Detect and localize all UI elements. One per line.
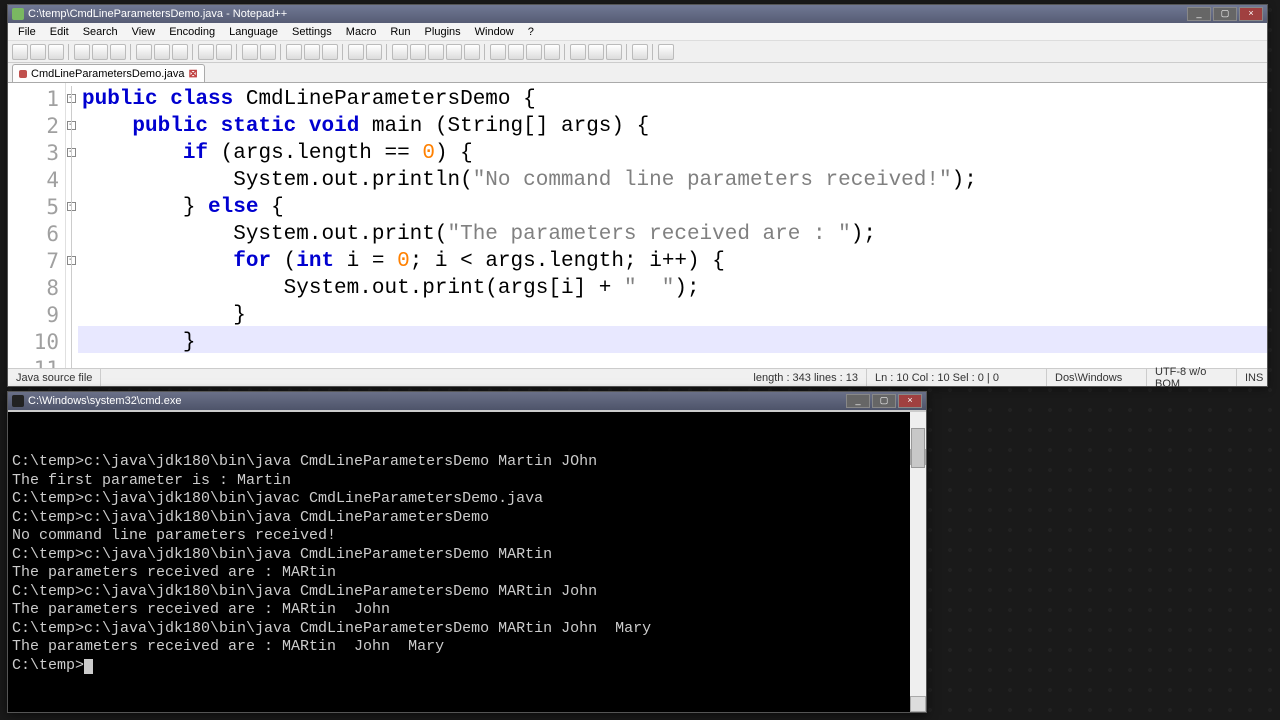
toolbar-button[interactable] [544, 44, 560, 60]
terminal-line: C:\temp>c:\java\jdk180\bin\java CmdLineP… [12, 453, 924, 472]
toolbar-button[interactable] [490, 44, 506, 60]
toolbar-button[interactable] [110, 44, 126, 60]
cmd-terminal[interactable]: C:\temp>c:\java\jdk180\bin\java CmdLineP… [8, 410, 926, 712]
cmd-title: C:\Windows\system32\cmd.exe [28, 395, 844, 407]
menu-view[interactable]: View [126, 24, 162, 40]
cmd-scrollbar[interactable] [910, 412, 926, 712]
tab-close-icon[interactable]: ⊠ [188, 67, 197, 80]
toolbar-button[interactable] [260, 44, 276, 60]
npp-title: C:\temp\CmdLineParametersDemo.java - Not… [28, 8, 1185, 20]
toolbar-button[interactable] [322, 44, 338, 60]
toolbar-button[interactable] [348, 44, 364, 60]
menu-run[interactable]: Run [384, 24, 416, 40]
toolbar-button[interactable] [216, 44, 232, 60]
toolbar-button[interactable] [446, 44, 462, 60]
toolbar-button[interactable] [658, 44, 674, 60]
toolbar-button[interactable] [508, 44, 524, 60]
toolbar-button[interactable] [136, 44, 152, 60]
toolbar-button[interactable] [92, 44, 108, 60]
statusbar: Java source file length : 343 lines : 13… [8, 368, 1267, 386]
menu-search[interactable]: Search [77, 24, 124, 40]
terminal-line: No command line parameters received! [12, 527, 924, 546]
npp-app-icon [12, 8, 24, 20]
toolbar-button[interactable] [12, 44, 28, 60]
cursor [84, 659, 93, 674]
toolbar-button[interactable] [304, 44, 320, 60]
line-number-gutter: 1234567891011 [8, 83, 66, 368]
toolbar-button[interactable] [410, 44, 426, 60]
status-length: length : 343 lines : 13 [745, 369, 867, 386]
scroll-thumb[interactable] [911, 428, 925, 468]
menubar: FileEditSearchViewEncodingLanguageSettin… [8, 23, 1267, 41]
status-position: Ln : 10 Col : 10 Sel : 0 | 0 [867, 369, 1047, 386]
toolbar-button[interactable] [198, 44, 214, 60]
toolbar-button[interactable] [526, 44, 542, 60]
toolbar-button[interactable] [74, 44, 90, 60]
terminal-line: C:\temp>c:\java\jdk180\bin\java CmdLineP… [12, 583, 924, 602]
toolbar-button[interactable] [242, 44, 258, 60]
terminal-line: The first parameter is : Martin [12, 472, 924, 491]
toolbar-button[interactable] [428, 44, 444, 60]
toolbar-button[interactable] [172, 44, 188, 60]
fold-gutter [66, 83, 78, 368]
status-filetype: Java source file [8, 369, 101, 386]
menu-edit[interactable]: Edit [44, 24, 75, 40]
terminal-line: The parameters received are : MARtin Joh… [12, 601, 924, 620]
menu-window[interactable]: Window [469, 24, 520, 40]
modified-indicator-icon [19, 70, 27, 78]
toolbar-button[interactable] [632, 44, 648, 60]
menu-encoding[interactable]: Encoding [163, 24, 221, 40]
status-encoding: UTF-8 w/o BOM [1147, 369, 1237, 386]
maximize-button[interactable]: ▢ [872, 394, 896, 408]
cmd-app-icon [12, 395, 24, 407]
close-button[interactable]: × [1239, 7, 1263, 21]
file-tab[interactable]: CmdLineParametersDemo.java ⊠ [12, 64, 205, 82]
menu-macro[interactable]: Macro [340, 24, 383, 40]
tabbar: CmdLineParametersDemo.java ⊠ [8, 63, 1267, 83]
scroll-down-button[interactable] [910, 696, 926, 712]
close-button[interactable]: × [898, 394, 922, 408]
menu-language[interactable]: Language [223, 24, 284, 40]
toolbar-button[interactable] [286, 44, 302, 60]
cmd-window: C:\Windows\system32\cmd.exe _ ▢ × C:\tem… [7, 391, 927, 713]
menu-settings[interactable]: Settings [286, 24, 338, 40]
toolbar-button[interactable] [30, 44, 46, 60]
toolbar-button[interactable] [366, 44, 382, 60]
toolbar [8, 41, 1267, 63]
terminal-line: C:\temp> [12, 657, 924, 676]
terminal-line: The parameters received are : MARtin Joh… [12, 638, 924, 657]
menu-plugins[interactable]: Plugins [419, 24, 467, 40]
toolbar-button[interactable] [154, 44, 170, 60]
terminal-line: The parameters received are : MARtin [12, 564, 924, 583]
editor: 1234567891011 public class CmdLineParame… [8, 83, 1267, 368]
terminal-line: C:\temp>c:\java\jdk180\bin\javac CmdLine… [12, 490, 924, 509]
status-eol: Dos\Windows [1047, 369, 1147, 386]
npp-titlebar[interactable]: C:\temp\CmdLineParametersDemo.java - Not… [8, 5, 1267, 23]
tab-label: CmdLineParametersDemo.java [31, 68, 184, 80]
toolbar-button[interactable] [48, 44, 64, 60]
terminal-line: C:\temp>c:\java\jdk180\bin\java CmdLineP… [12, 509, 924, 528]
code-area[interactable]: public class CmdLineParametersDemo { pub… [78, 83, 1267, 368]
status-ins: INS [1237, 369, 1267, 386]
cmd-titlebar[interactable]: C:\Windows\system32\cmd.exe _ ▢ × [8, 392, 926, 410]
minimize-button[interactable]: _ [1187, 7, 1211, 21]
toolbar-button[interactable] [570, 44, 586, 60]
minimize-button[interactable]: _ [846, 394, 870, 408]
terminal-line: C:\temp>c:\java\jdk180\bin\java CmdLineP… [12, 546, 924, 565]
toolbar-button[interactable] [464, 44, 480, 60]
toolbar-button[interactable] [392, 44, 408, 60]
maximize-button[interactable]: ▢ [1213, 7, 1237, 21]
toolbar-button[interactable] [588, 44, 604, 60]
menu-file[interactable]: File [12, 24, 42, 40]
terminal-line: C:\temp>c:\java\jdk180\bin\java CmdLineP… [12, 620, 924, 639]
menu-?[interactable]: ? [522, 24, 540, 40]
notepad-plus-plus-window: C:\temp\CmdLineParametersDemo.java - Not… [7, 4, 1268, 387]
toolbar-button[interactable] [606, 44, 622, 60]
